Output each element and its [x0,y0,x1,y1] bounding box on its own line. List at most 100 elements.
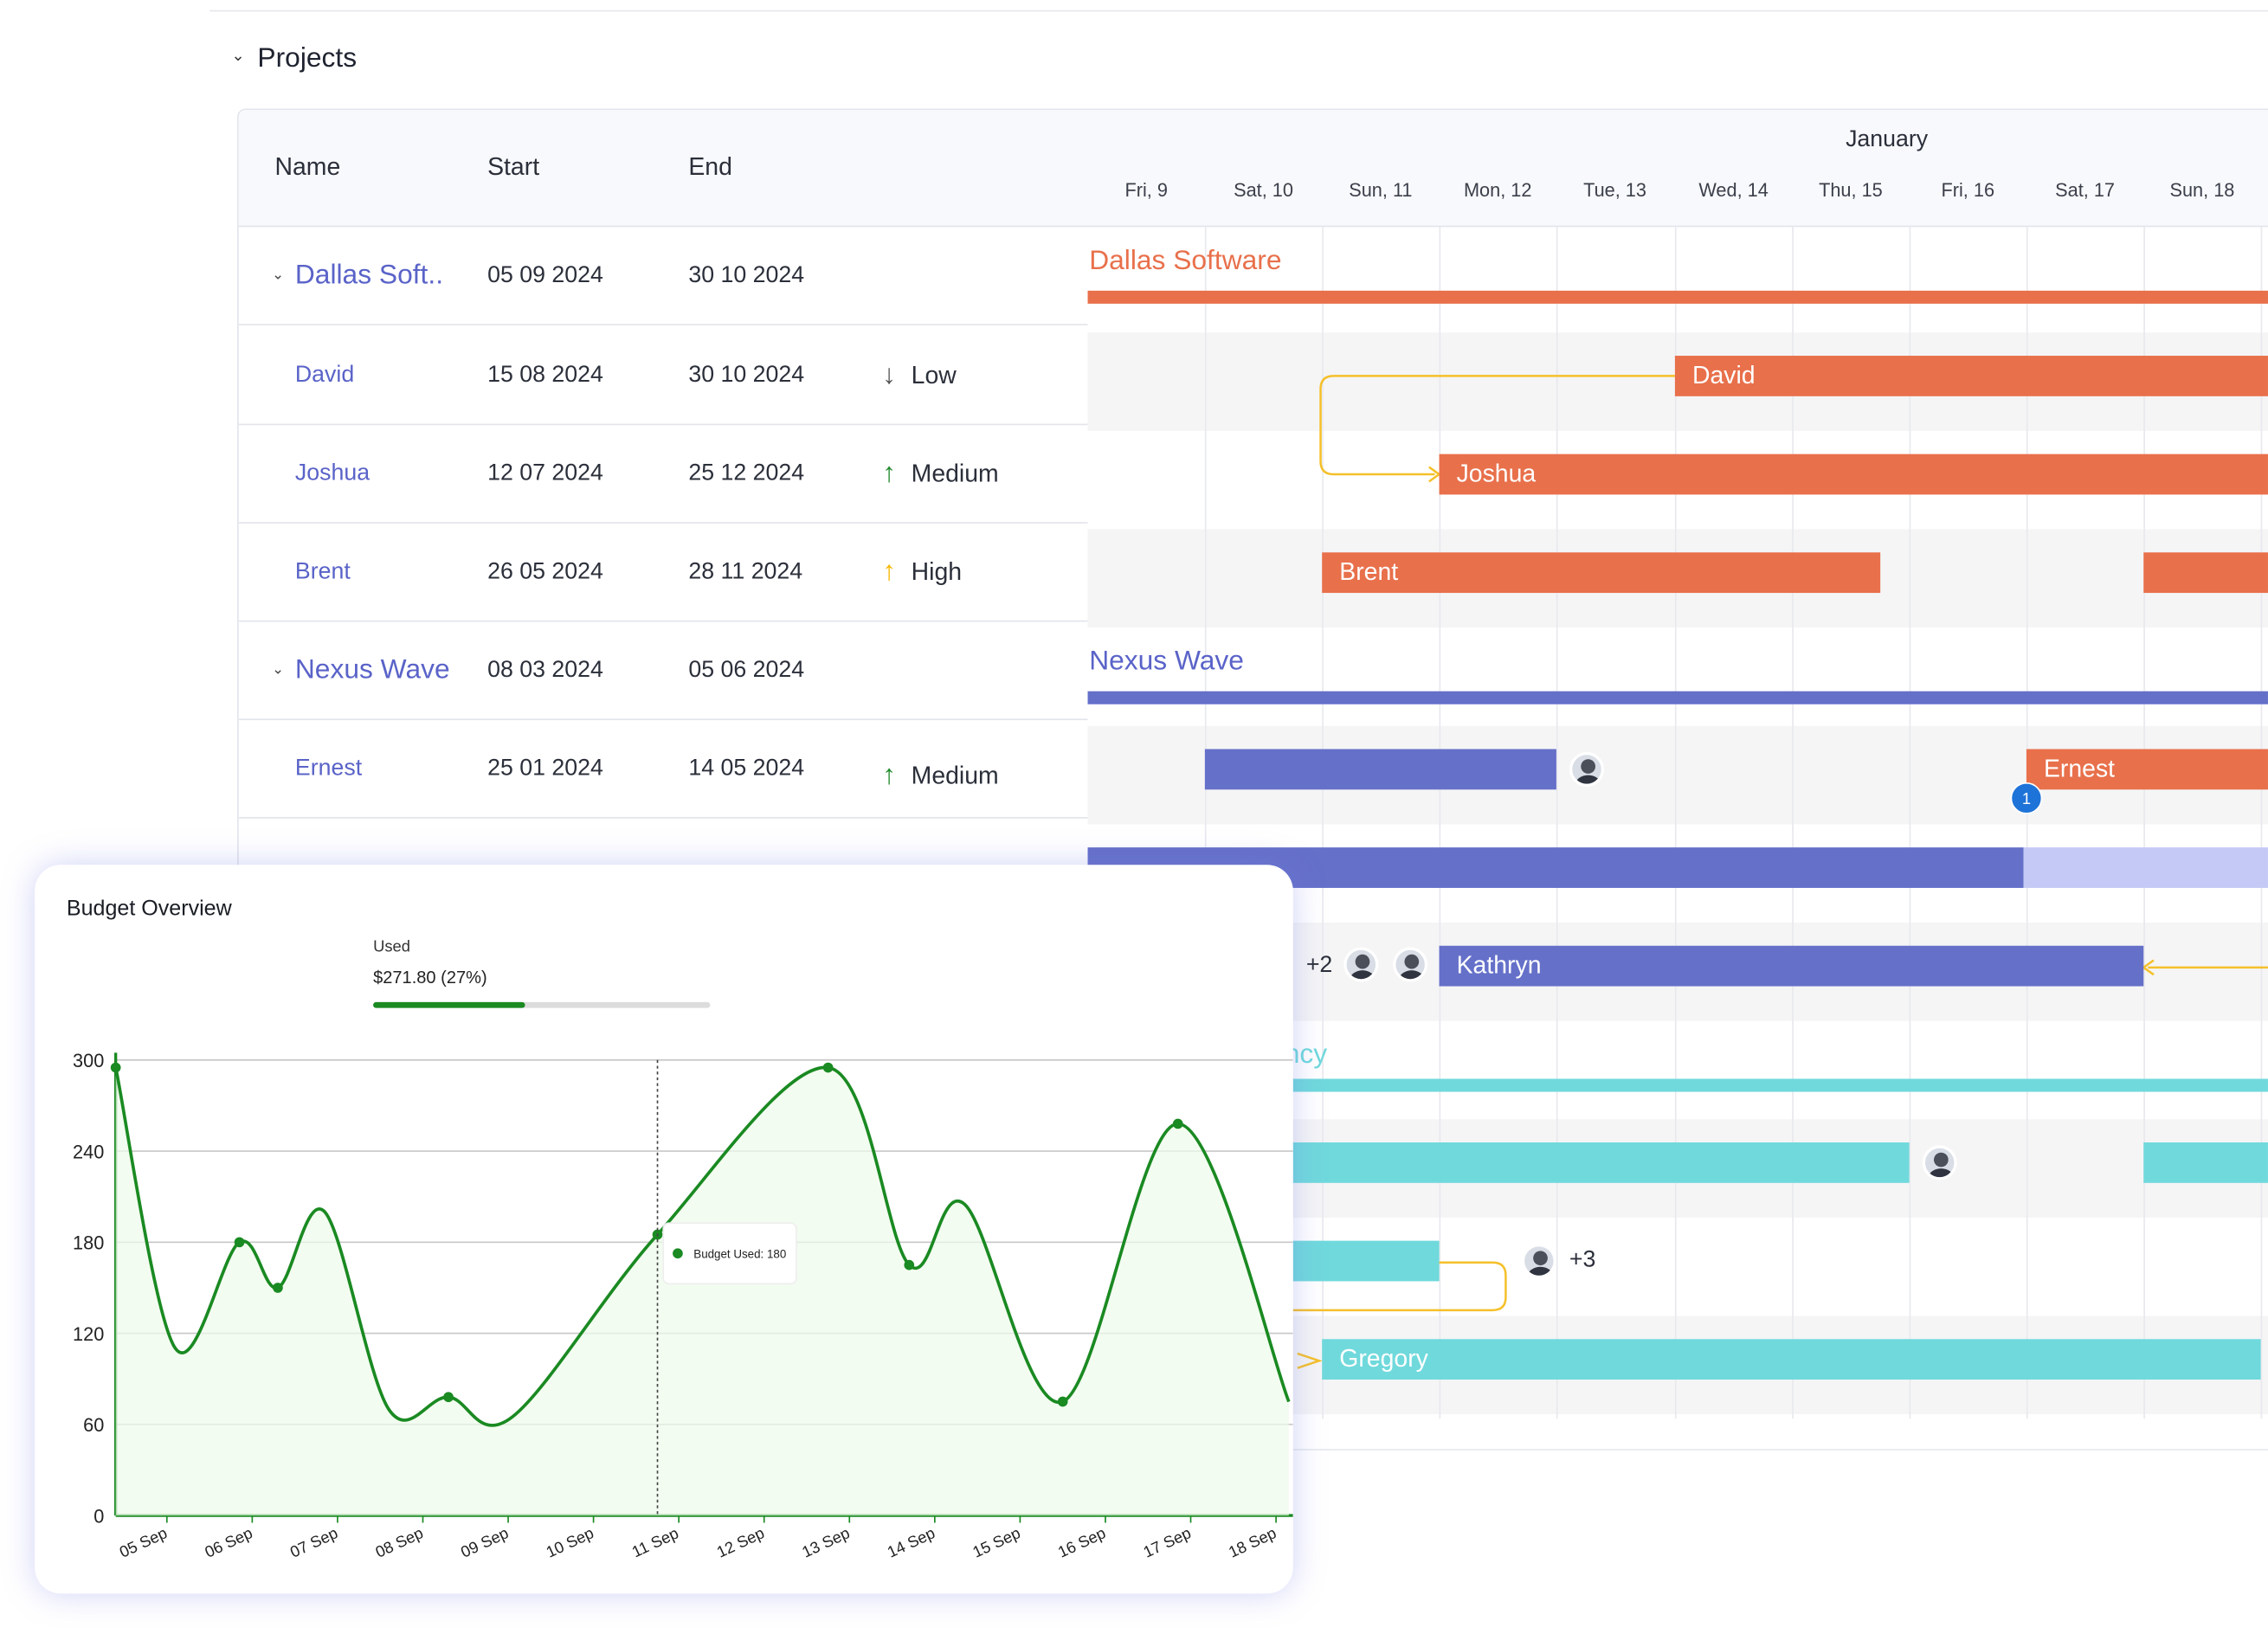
chevron-down-icon[interactable]: ⌄ [272,227,284,325]
member-name[interactable]: David [295,327,354,426]
member-name[interactable]: Ernest [295,720,362,819]
milestone-badge[interactable]: 1 [2010,782,2043,814]
priority: ↑ Medium [882,727,998,826]
priority-label: Medium [911,460,999,488]
task-bar-summary-remaining[interactable] [2023,847,2268,888]
task-bar-kathryn[interactable]: Kathryn [1439,945,2144,987]
arrow-up-icon: ↑ [882,556,897,588]
end-date: 28 11 2024 [688,559,803,585]
avatar[interactable] [1343,947,1379,982]
data-point [110,1062,121,1073]
table-row-group[interactable]: ⌄ Nexus Wave 08 03 2024 05 06 2024 [238,621,1088,721]
y-tick-label: 240 [73,1141,104,1162]
start-date: 08 03 2024 [487,658,603,683]
table-row[interactable]: Brent 26 05 2024 28 11 2024 ↑ High [238,524,1088,622]
gantt-group-label-nexus: Nexus Wave [1089,646,1244,677]
x-tick-label: 06 Sep [202,1523,255,1561]
start-date: 15 08 2024 [487,363,603,388]
end-date: 25 12 2024 [688,461,805,486]
timeline-day: Tue, 13 [1583,179,1646,202]
priority: ↑ High [882,524,962,622]
x-tick-label: 08 Sep [372,1523,426,1561]
timeline-day: Fri, 16 [1941,179,1995,202]
table-row[interactable]: Ernest 25 01 2024 14 05 2024 ↑ Medium [238,720,1088,819]
x-tick-label: 14 Sep [885,1523,938,1561]
timeline-day: Sun, 18 [2169,179,2235,202]
avatar[interactable] [1569,751,1605,787]
data-point [443,1392,454,1403]
budget-overview-card: Budget Overview Used $271.80 (27%) 0 60 12… [35,865,1293,1594]
y-tick-label: 300 [73,1050,104,1071]
end-date: 30 10 2024 [688,263,805,288]
timeline-day: Fri, 9 [1124,179,1168,202]
avatar[interactable] [1922,1145,1957,1180]
timeline-month: January [1846,127,1929,152]
timeline-day: Mon, 12 [1463,179,1532,202]
group-name[interactable]: Nexus Wave [295,621,450,720]
arrow-up-icon: ↑ [882,458,897,489]
tooltip-marker [673,1248,683,1259]
start-date: 05 09 2024 [487,263,603,288]
data-point [1057,1396,1068,1407]
end-date: 14 05 2024 [688,756,805,782]
gantt-header: Name Start End January Fri, 9 Sat, 10 Su… [238,109,2268,228]
extra-assignees-count[interactable]: +3 [1569,1248,1595,1274]
data-point [822,1062,834,1073]
data-point [1172,1118,1183,1129]
end-date: 30 10 2024 [688,363,805,388]
data-point [234,1237,245,1248]
start-date: 12 07 2024 [487,461,603,486]
priority-label: Medium [911,762,999,790]
x-tick-label: 09 Sep [458,1523,512,1561]
task-bar-joshua[interactable]: Joshua [1439,454,2268,495]
priority: ↑ Medium [882,425,998,524]
table-row-group[interactable]: ⌄ Dallas Soft.. 05 09 2024 30 10 2024 [238,227,1088,325]
member-name[interactable]: Brent [295,524,351,622]
timeline-day: Sun, 11 [1349,179,1413,202]
table-row[interactable]: Joshua 12 07 2024 25 12 2024 ↑ Medium [238,425,1088,524]
task-bar-brent-continued[interactable] [2143,552,2268,594]
column-header-start[interactable]: Start [487,153,539,182]
budget-line-chart[interactable]: 0 60 120 180 240 300 05 Sep 06 Sep 07 Sep 08 Sep 0… [35,865,1293,1593]
y-tick-label: 120 [73,1323,104,1345]
timeline-day: Sat, 10 [1234,179,1293,202]
task-bar-brent[interactable]: Brent [1322,552,1881,594]
task-bar-david[interactable]: David [1674,356,2268,396]
extra-assignees-count[interactable]: +2 [1306,953,1332,979]
timeline-day: Thu, 15 [1819,179,1883,202]
chevron-down-icon[interactable]: ⌄ [272,621,284,720]
table-row[interactable]: David 15 08 2024 30 10 2024 ↓ Low [238,327,1088,426]
x-tick-label: 15 Sep [970,1523,1023,1561]
task-bar-gregory[interactable]: Gregory [1322,1339,2261,1380]
start-date: 25 01 2024 [487,756,603,782]
data-point [904,1259,915,1271]
group-summary-bar[interactable] [1087,691,2268,704]
arrow-up-icon: ↑ [882,760,897,791]
x-tick-label: 16 Sep [1055,1523,1109,1561]
arrow-down-icon: ↓ [882,360,897,391]
priority-label: High [911,557,963,586]
chevron-down-icon[interactable]: ⌄ [231,46,251,74]
timeline-day: Sat, 17 [2055,179,2116,202]
x-tick-label: 11 Sep [629,1523,681,1560]
start-date: 26 05 2024 [487,559,603,585]
tooltip-text: Budget Used: 180 [693,1247,786,1260]
x-tick-label: 07 Sep [287,1523,341,1561]
column-header-end[interactable]: End [688,153,732,182]
y-tick-label: 60 [83,1414,104,1436]
task-bar-ernest-progress[interactable] [1204,749,1556,790]
x-tick-label: 18 Sep [1226,1523,1279,1561]
task-bar-ernest[interactable]: Ernest [2026,749,2268,790]
avatar[interactable] [1521,1243,1556,1279]
y-tick-label: 0 [93,1505,104,1527]
task-bar[interactable] [2143,1142,2268,1183]
data-point [273,1283,283,1293]
projects-section-title[interactable]: Projects [257,43,357,75]
priority: ↓ Low [882,327,957,426]
group-name[interactable]: Dallas Soft.. [295,227,443,325]
member-name[interactable]: Joshua [295,425,370,524]
column-header-name[interactable]: Name [274,153,340,182]
x-tick-label: 17 Sep [1140,1523,1194,1561]
avatar[interactable] [1393,947,1428,982]
end-date: 05 06 2024 [688,658,805,683]
